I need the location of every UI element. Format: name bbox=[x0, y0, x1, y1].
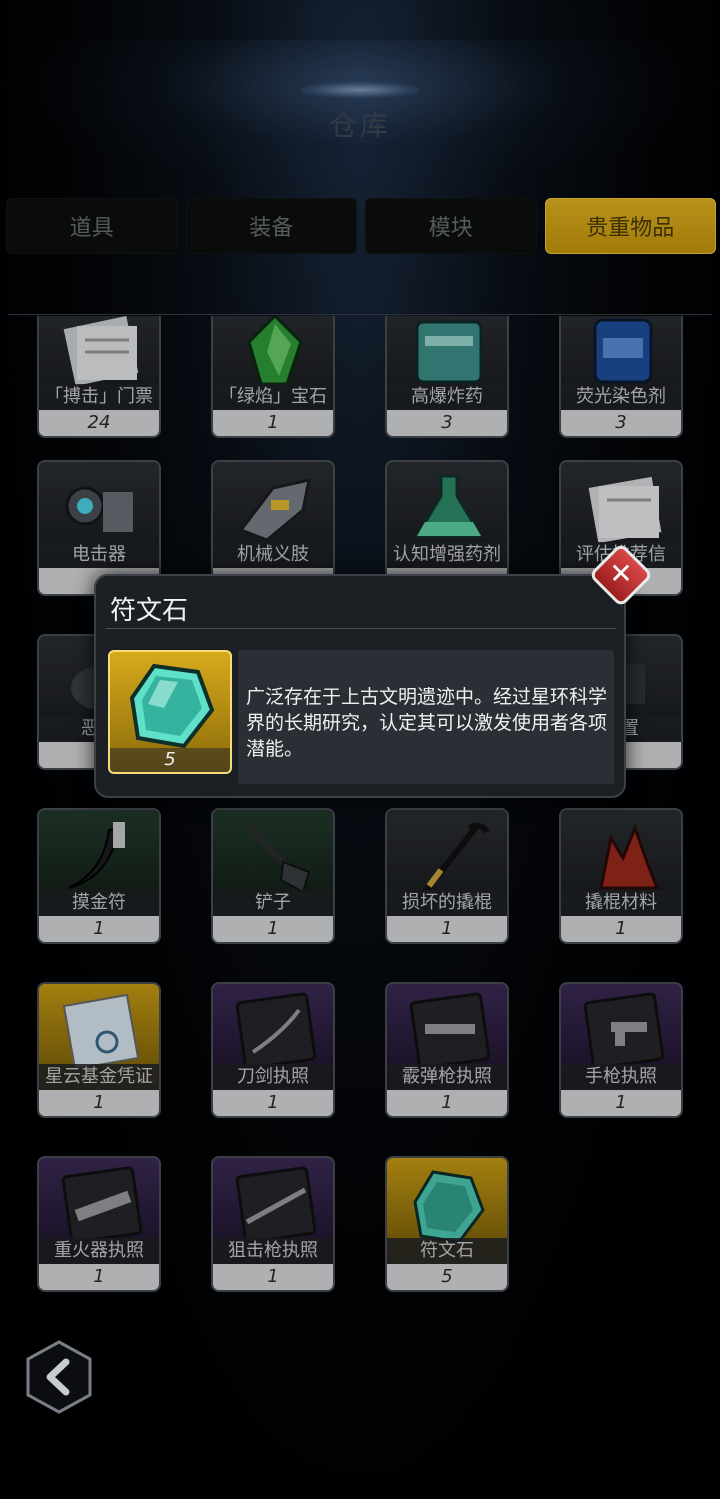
crystal-icon bbox=[599, 823, 660, 890]
certificate-icon bbox=[62, 993, 140, 1071]
item-name: 「搏击」门票 bbox=[39, 384, 159, 410]
item-count: 1 bbox=[387, 1090, 507, 1116]
item-name: 高爆炸药 bbox=[387, 384, 507, 410]
inventory-slot[interactable]: 刀剑执照 1 bbox=[211, 982, 335, 1118]
item-count: 24 bbox=[39, 410, 159, 436]
item-count: 1 bbox=[387, 916, 507, 942]
inventory-slot[interactable]: 损坏的撬棍 1 bbox=[385, 808, 509, 944]
page-title: 仓库 bbox=[328, 109, 391, 142]
modal-divider bbox=[106, 628, 616, 629]
modal-item-count: 5 bbox=[110, 748, 230, 772]
item-count: 3 bbox=[387, 410, 507, 436]
letter-icon bbox=[588, 476, 662, 544]
item-name: 电击器 bbox=[39, 542, 159, 568]
tab-equipment[interactable]: 装备 bbox=[185, 198, 357, 254]
sniper-license-icon bbox=[235, 1166, 317, 1244]
item-name: 狙击枪执照 bbox=[213, 1238, 333, 1264]
item-count: 1 bbox=[213, 1264, 333, 1290]
divider bbox=[8, 314, 712, 315]
inventory-grid[interactable]: 「搏击」门票24「绿焰」宝石1高爆炸药3荧光染色剂3电击器机械义肢认知增强药剂评… bbox=[0, 316, 720, 1326]
item-name: 「绿焰」宝石 bbox=[213, 384, 333, 410]
item-description: 广泛存在于上古文明遗迹中。经过星环科学界的长期研究，认定其可以激发使用者各项潜能… bbox=[246, 686, 608, 760]
rune-stone-icon bbox=[129, 663, 215, 749]
item-name: 手枪执照 bbox=[561, 1064, 681, 1090]
item-name: 摸金符 bbox=[39, 890, 159, 916]
item-count: 1 bbox=[39, 916, 159, 942]
rune-stone-icon bbox=[413, 1170, 485, 1244]
crowbar-icon bbox=[422, 822, 490, 894]
item-count: 1 bbox=[39, 1264, 159, 1290]
claw-amulet-icon bbox=[68, 822, 125, 889]
green-gem-icon bbox=[247, 316, 303, 386]
item-count: 1 bbox=[561, 1090, 681, 1116]
inventory-slot[interactable]: 狙击枪执照 1 bbox=[211, 1156, 335, 1292]
item-name: 铲子 bbox=[213, 890, 333, 916]
item-count: 1 bbox=[213, 916, 333, 942]
inventory-slot[interactable]: 「绿焰」宝石 1 bbox=[211, 316, 335, 438]
tab-valuables[interactable]: 贵重物品 bbox=[544, 198, 716, 254]
inventory-slot[interactable]: 摸金符 1 bbox=[37, 808, 161, 944]
item-count: 1 bbox=[561, 916, 681, 942]
item-count: 1 bbox=[213, 1090, 333, 1116]
item-count: 1 bbox=[39, 1090, 159, 1116]
inventory-slot[interactable]: 手枪执照 1 bbox=[559, 982, 683, 1118]
pistol-license-icon bbox=[583, 992, 665, 1070]
inventory-slot[interactable]: 「搏击」门票 24 bbox=[37, 316, 161, 438]
item-name: 荧光染色剂 bbox=[561, 384, 681, 410]
inventory-slot[interactable]: 铲子 1 bbox=[211, 808, 335, 944]
dye-jar-icon bbox=[593, 318, 653, 384]
item-name: 机械义肢 bbox=[213, 542, 333, 568]
item-name: 星云基金凭证 bbox=[39, 1064, 159, 1090]
item-count: 5 bbox=[387, 1264, 507, 1290]
item-name: 撬棍材料 bbox=[561, 890, 681, 916]
item-name: 符文石 bbox=[387, 1238, 507, 1264]
item-count: 1 bbox=[213, 410, 333, 436]
taser-icon bbox=[65, 486, 133, 532]
potion-icon bbox=[414, 474, 484, 538]
back-chevron-icon bbox=[26, 1340, 92, 1414]
item-name: 重火器执照 bbox=[39, 1238, 159, 1264]
inventory-slot[interactable]: 重火器执照 1 bbox=[37, 1156, 161, 1292]
inventory-slot[interactable]: 高爆炸药 3 bbox=[385, 316, 509, 438]
shotgun-license-icon bbox=[409, 992, 491, 1070]
mech-arm-icon bbox=[238, 478, 311, 542]
tab-bar: 道具 装备 模块 贵重物品 bbox=[6, 198, 716, 254]
sword-license-icon bbox=[235, 992, 317, 1070]
ticket-icon bbox=[63, 316, 139, 387]
close-icon[interactable]: ✕ bbox=[598, 552, 644, 598]
inventory-slot[interactable]: 星云基金凭证 1 bbox=[37, 982, 161, 1118]
inventory-slot[interactable]: 荧光染色剂 3 bbox=[559, 316, 683, 438]
modal-item-icon: 5 bbox=[108, 650, 232, 774]
item-name: 损坏的撬棍 bbox=[387, 890, 507, 916]
modal-title: 符文石 bbox=[110, 596, 189, 626]
heavy-weapon-license-icon bbox=[61, 1166, 143, 1244]
inventory-slot[interactable]: 撬棍材料 1 bbox=[559, 808, 683, 944]
item-detail-modal: 符文石 5 广泛存在于上古文明遗迹中。经过星环科学界的长期研究，认定其可以激发使… bbox=[94, 574, 626, 798]
header-light bbox=[300, 82, 420, 98]
back-button[interactable] bbox=[26, 1340, 92, 1414]
explosive-icon bbox=[415, 320, 483, 384]
item-count: 3 bbox=[561, 410, 681, 436]
inventory-slot[interactable]: 霰弹枪执照 1 bbox=[385, 982, 509, 1118]
item-name: 霰弹枪执照 bbox=[387, 1064, 507, 1090]
item-name: 认知增强药剂 bbox=[387, 542, 507, 568]
tab-modules[interactable]: 模块 bbox=[365, 198, 537, 254]
inventory-slot[interactable]: 符文石 5 bbox=[385, 1156, 509, 1292]
tab-items[interactable]: 道具 bbox=[6, 198, 178, 254]
shovel-icon bbox=[244, 823, 311, 894]
item-name: 刀剑执照 bbox=[213, 1064, 333, 1090]
